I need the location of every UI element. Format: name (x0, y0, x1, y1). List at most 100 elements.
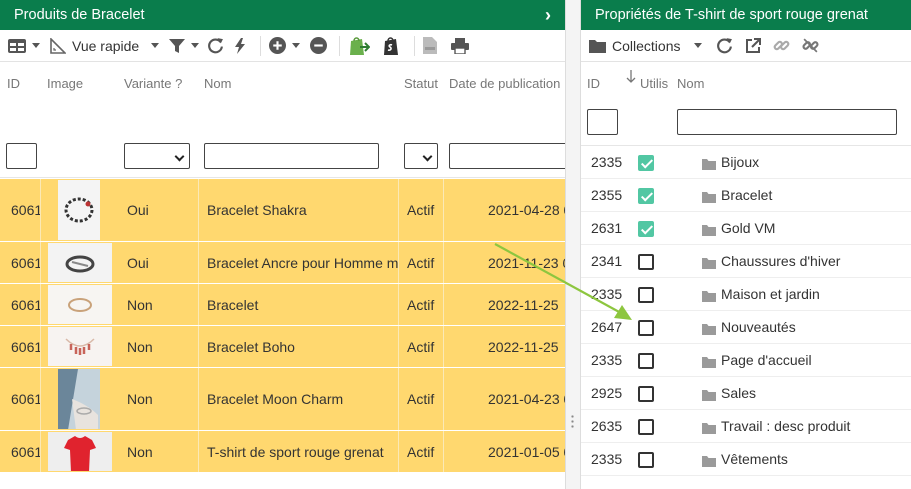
cell-id: 2631 (591, 220, 623, 236)
status-filter-select[interactable] (404, 143, 438, 169)
collection-checkbox[interactable] (638, 419, 654, 435)
remove-button[interactable] (310, 30, 328, 62)
caret-down-icon (292, 43, 301, 48)
refresh-icon (717, 38, 733, 54)
column-header-used[interactable]: Utilis (640, 76, 668, 91)
csv-icon (423, 37, 438, 54)
cell-status: Actif (399, 431, 444, 472)
column-header-status[interactable]: Statut (404, 76, 438, 91)
shopify-export-icon (350, 36, 371, 55)
folder-icon (702, 423, 716, 434)
column-header-id[interactable]: ID (587, 76, 600, 91)
collection-row[interactable]: 2335 Page d'accueil (581, 344, 911, 377)
collections-dropdown[interactable]: Collections (589, 30, 708, 62)
collection-name: Gold VM (721, 220, 776, 236)
cell-published: 2021-11-23 0 (488, 254, 566, 271)
shopify-button[interactable] (382, 30, 400, 62)
panel-splitter[interactable] (566, 0, 580, 489)
collection-row[interactable]: 2635 Travail : desc produit (581, 410, 911, 443)
print-icon (451, 37, 470, 54)
column-header-image[interactable]: Image (47, 76, 83, 91)
collection-checkbox[interactable] (638, 320, 654, 336)
column-header-name[interactable]: Nom (204, 76, 231, 91)
collection-row[interactable]: 2335 Vêtements (581, 443, 911, 476)
unlink-button[interactable] (802, 30, 820, 62)
cell-id: 6061 (0, 284, 41, 325)
collection-checkbox[interactable] (638, 254, 654, 270)
name-filter-input[interactable] (204, 143, 379, 169)
quick-action-button[interactable] (234, 30, 246, 62)
column-header-variant[interactable]: Variante ? (124, 76, 182, 91)
sort-down-icon[interactable] (626, 70, 636, 84)
published-filter-input[interactable] (449, 143, 565, 169)
cell-id: 2355 (591, 187, 623, 203)
column-header-id[interactable]: ID (7, 76, 20, 91)
grid-menu-button[interactable] (8, 30, 46, 62)
collection-checkbox[interactable] (638, 386, 654, 402)
cell-id: 2647 (591, 319, 623, 335)
link-button[interactable] (773, 30, 790, 62)
cell-variant: Oui (117, 179, 199, 241)
collection-row[interactable]: 2925 Sales (581, 377, 911, 410)
collection-row[interactable]: 2335 Maison et jardin (581, 278, 911, 311)
collection-checkbox[interactable] (638, 287, 654, 303)
open-external-button[interactable] (745, 30, 762, 62)
caret-down-icon (694, 43, 703, 48)
products-grid-header: ID Image Variante ? Nom Statut Date de p… (0, 62, 565, 178)
collection-row[interactable]: 2647 Nouveautés (581, 311, 911, 344)
drag-handle-icon[interactable] (571, 414, 574, 428)
table-row[interactable]: 6061 Non Bracelet Actif 2022-11-25 (0, 284, 565, 326)
cell-id: 2335 (591, 451, 623, 467)
collection-checkbox[interactable] (638, 221, 654, 237)
chevron-right-icon[interactable]: › (545, 0, 551, 30)
collection-name: Nouveautés (721, 319, 796, 335)
id-filter-input[interactable] (587, 109, 618, 135)
collection-row[interactable]: 2335 Bijoux (581, 146, 911, 179)
folder-icon (702, 192, 716, 203)
collection-checkbox[interactable] (638, 188, 654, 204)
folder-icon (702, 357, 716, 368)
cell-published: 2022-11-25 (488, 338, 559, 355)
collection-row[interactable]: 2355 Bracelet (581, 179, 911, 212)
table-row[interactable]: 6061 Non Bracelet Moon Charm Actif 2021-… (0, 368, 566, 431)
folder-icon (702, 456, 716, 467)
print-button[interactable] (451, 30, 470, 62)
column-header-name[interactable]: Nom (677, 76, 704, 91)
cell-name: T-shirt de sport rouge grenat (199, 431, 399, 472)
filter-button[interactable] (169, 30, 205, 62)
table-row[interactable]: 6061 Oui Bracelet Ancre pour Homme m Act… (0, 242, 566, 284)
collection-checkbox[interactable] (638, 155, 654, 171)
cell-status: Actif (399, 179, 444, 241)
column-header-published[interactable]: Date de publication (449, 76, 560, 91)
cell-id: 2925 (591, 385, 623, 401)
table-row[interactable]: 6061 Oui Bracelet Shakra Actif 2021-04-2… (0, 179, 565, 242)
add-button[interactable] (269, 30, 306, 62)
refresh-button[interactable] (716, 30, 733, 62)
cell-id: 6061 (0, 179, 41, 241)
cell-status: Actif (399, 368, 444, 430)
refresh-button[interactable] (207, 30, 224, 62)
id-filter-input[interactable] (6, 143, 37, 169)
add-icon (269, 37, 287, 54)
collection-row[interactable]: 2341 Chaussures d'hiver (581, 245, 911, 278)
name-filter-input[interactable] (677, 109, 897, 135)
collection-checkbox[interactable] (638, 452, 654, 468)
collection-name: Chaussures d'hiver (721, 253, 841, 269)
collections-grid-header: ID Utilis Nom (581, 62, 911, 146)
table-row[interactable]: 6061 Non Bracelet Boho Actif 2022-11-25 (0, 326, 565, 368)
shopify-export-button[interactable] (348, 30, 371, 62)
products-panel: Produits de Bracelet › Vue rapide ID Ima… (0, 0, 566, 489)
collection-name: Page d'accueil (721, 352, 812, 368)
quick-view-button[interactable]: Vue rapide (50, 30, 165, 62)
collection-checkbox[interactable] (638, 353, 654, 369)
ruler-icon (50, 37, 66, 54)
folder-icon (702, 159, 716, 170)
properties-panel: Propriétés de T-shirt de sport rouge gre… (580, 0, 911, 489)
cell-id: 2341 (591, 253, 623, 269)
variant-filter-select[interactable] (124, 143, 190, 169)
table-row[interactable]: 6061 Non T-shirt de sport rouge grenat A… (0, 431, 565, 473)
cell-published: 2021-04-23 0 (488, 391, 566, 407)
collection-row[interactable]: 2631 Gold VM (581, 212, 911, 245)
cell-name: Bracelet (199, 284, 399, 325)
csv-export-button[interactable] (423, 30, 438, 62)
